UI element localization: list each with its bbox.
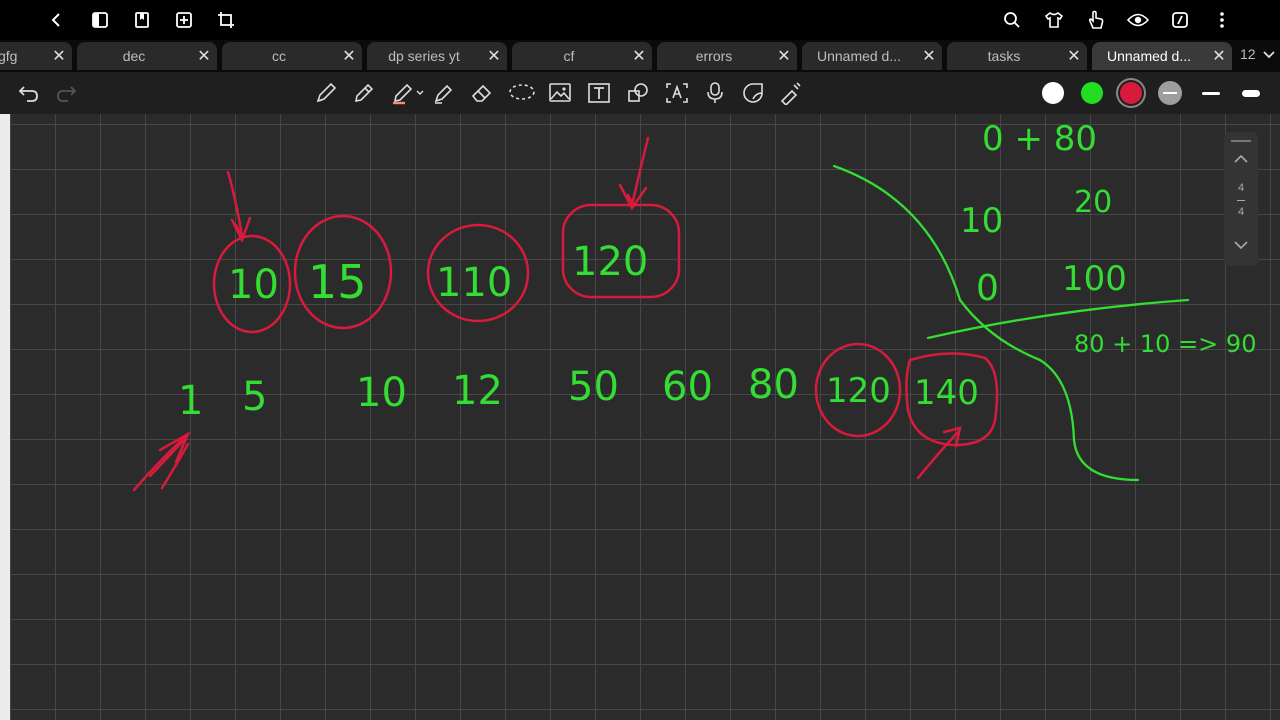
shirt-icon[interactable]: [1040, 6, 1068, 34]
page-divider: [1237, 200, 1245, 201]
tab-cc[interactable]: cc ✕: [222, 42, 362, 70]
back-icon[interactable]: [42, 6, 70, 34]
close-icon[interactable]: ✕: [481, 46, 507, 66]
sticker-icon[interactable]: [739, 80, 767, 106]
tab-count-value: 12: [1240, 46, 1256, 62]
color-swatch-white[interactable]: [1042, 82, 1064, 104]
image-icon[interactable]: [546, 80, 574, 106]
bookmark-icon[interactable]: [128, 6, 156, 34]
tab-label: cf: [563, 48, 575, 64]
tab-label: dec: [122, 48, 146, 64]
tab-dec[interactable]: dec ✕: [77, 42, 217, 70]
laser-pointer-icon[interactable]: [776, 80, 804, 106]
current-page-number: 4: [1237, 182, 1245, 194]
color-swatch-gray[interactable]: [1158, 81, 1182, 105]
close-icon[interactable]: ✕: [1206, 46, 1232, 66]
pen-mode-icon[interactable]: [1166, 6, 1194, 34]
tab-label: tasks: [987, 48, 1021, 64]
crop-icon[interactable]: [212, 6, 240, 34]
tab-dp-series-yt[interactable]: dp series yt ✕: [367, 42, 507, 70]
add-page-icon[interactable]: [170, 6, 198, 34]
lasso-select-icon[interactable]: [506, 80, 538, 106]
color-swatch-red-selected[interactable]: [1120, 82, 1142, 104]
close-icon[interactable]: ✕: [626, 46, 652, 66]
chevron-up-icon[interactable]: [1233, 154, 1249, 164]
page-navigator: 4 4: [1224, 132, 1258, 266]
tab-gfg[interactable]: gfg ✕: [0, 42, 72, 70]
tab-label: dp series yt: [388, 48, 460, 64]
undo-icon[interactable]: [15, 80, 43, 106]
notebook-tab-strip: gfg ✕ dec ✕ cc ✕ dp series yt ✕ cf ✕ err…: [0, 40, 1280, 72]
tab-label: Unnamed d...: [816, 48, 902, 64]
close-icon[interactable]: ✕: [771, 46, 797, 66]
tab-errors[interactable]: errors ✕: [657, 42, 797, 70]
marker-icon[interactable]: [430, 80, 458, 106]
thick-stroke-option[interactable]: [1237, 80, 1265, 106]
chevron-down-icon[interactable]: [1233, 240, 1249, 250]
tab-unnamed-active[interactable]: Unnamed d... ✕: [1092, 42, 1232, 70]
microphone-icon[interactable]: [701, 80, 729, 106]
tab-label: cc: [272, 48, 286, 64]
color-swatch-green[interactable]: [1081, 82, 1103, 104]
total-page-number: 4: [1237, 206, 1245, 218]
eraser-icon[interactable]: [468, 80, 496, 106]
sidebar-toggle-icon[interactable]: [86, 6, 114, 34]
close-icon[interactable]: ✕: [191, 46, 217, 66]
search-icon[interactable]: [998, 6, 1026, 34]
text-box-icon[interactable]: [585, 80, 613, 106]
app-top-bar: [0, 0, 1280, 40]
touch-hand-icon[interactable]: [1082, 6, 1110, 34]
ocr-text-icon[interactable]: [663, 80, 691, 106]
fountain-pen-icon[interactable]: [312, 80, 340, 106]
close-icon[interactable]: ✕: [916, 46, 942, 66]
grid-page-canvas[interactable]: [10, 114, 1280, 720]
tab-unnamed-1[interactable]: Unnamed d... ✕: [802, 42, 942, 70]
tab-label: Unnamed d...: [1106, 48, 1192, 64]
tab-cf[interactable]: cf ✕: [512, 42, 652, 70]
drag-handle[interactable]: [1231, 140, 1251, 142]
thin-stroke-option[interactable]: [1197, 80, 1225, 106]
close-icon[interactable]: ✕: [46, 46, 72, 66]
shapes-icon[interactable]: [624, 80, 652, 106]
eye-icon[interactable]: [1124, 6, 1152, 34]
tab-label: gfg: [0, 48, 18, 64]
more-options-icon[interactable]: [1208, 6, 1236, 34]
chevron-down-icon: [1263, 51, 1276, 59]
redo-icon[interactable]: [52, 80, 80, 106]
tab-tasks[interactable]: tasks ✕: [947, 42, 1087, 70]
highlighter-pen-icon[interactable]: [390, 80, 426, 106]
close-icon[interactable]: ✕: [336, 46, 362, 66]
pencil-icon[interactable]: [350, 80, 378, 106]
close-icon[interactable]: ✕: [1061, 46, 1087, 66]
page-edge: [0, 114, 10, 720]
tab-count[interactable]: 12: [1240, 46, 1276, 62]
tab-label: errors: [695, 48, 733, 64]
